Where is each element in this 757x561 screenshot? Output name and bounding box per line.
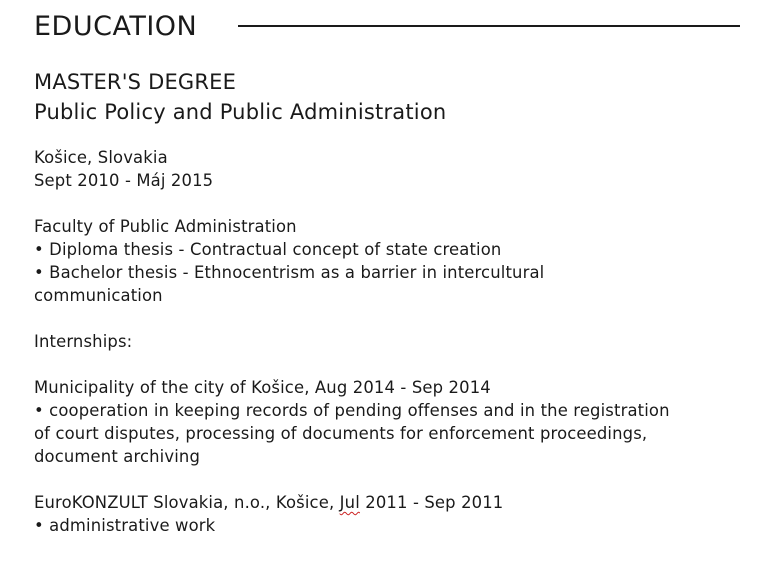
study-dates: Sept 2010 - Máj 2015: [34, 171, 214, 190]
section-divider: [238, 25, 740, 27]
faculty: Faculty of Public Administration: [34, 217, 297, 236]
degree-block: MASTER'S DEGREE Public Policy and Public…: [34, 67, 446, 127]
internship-heading-part: EuroKONZULT Slovakia, n.o., Košice,: [34, 493, 340, 512]
thesis-item: • Diploma thesis - Contractual concept o…: [34, 240, 502, 259]
spellcheck-flagged-word[interactable]: Jul: [340, 493, 360, 512]
location: Košice, Slovakia: [34, 148, 168, 167]
section-title: EDUCATION: [34, 11, 198, 42]
internships-label: Internships:: [34, 332, 133, 351]
education-details: Košice, Slovakia Sept 2010 - Máj 2015 Fa…: [34, 146, 674, 537]
internship-heading-part: 2011 - Sep 2011: [359, 493, 504, 512]
internship-heading: Municipality of the city of Košice, Aug …: [34, 378, 491, 397]
degree-field: Public Policy and Public Administration: [34, 100, 447, 124]
thesis-item: • Bachelor thesis - Ethnocentrism as a b…: [34, 263, 545, 305]
internship-detail: • administrative work: [34, 516, 216, 535]
internship-detail: • cooperation in keeping records of pend…: [34, 401, 670, 466]
section-header: EDUCATION: [34, 10, 740, 44]
degree-type: MASTER'S DEGREE: [34, 70, 237, 94]
internship-heading: EuroKONZULT Slovakia, n.o., Košice, Jul …: [34, 491, 674, 514]
